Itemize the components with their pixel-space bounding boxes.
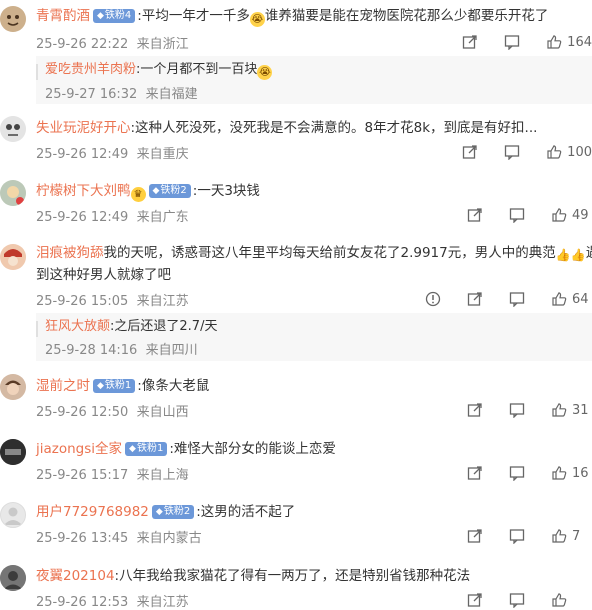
diamond-icon: ◆ [129,444,136,454]
comment-username[interactable]: 用户7729768982 [36,504,149,520]
avatar[interactable] [0,180,26,206]
like-icon[interactable] [549,289,569,309]
reply-meta: 25-9-27 16:32 来自福建 [45,87,198,102]
avatar[interactable] [0,565,26,591]
comment-actions: 31 [443,400,592,420]
reply-username[interactable]: 狂风大放颠 [45,319,110,334]
thumbs-up-icon: 👍 [570,248,586,262]
reply-username[interactable]: 爱吃贵州羊肉粉 [45,62,136,77]
reply-box: 爱吃贵州羊肉粉:一个月都不到一百块 😭 25-9-27 16:32 来自福建 [36,56,592,104]
comment-actions: 16 [443,463,592,483]
like-icon[interactable] [549,205,569,225]
comment-meta: 25-9-26 13:45 来自内蒙古 [36,531,202,546]
diamond-icon: ◆ [155,507,163,517]
reply-text: 爱吃贵州羊肉粉:一个月都不到一百块 😭 [45,62,273,80]
like-icon[interactable] [544,32,564,52]
share-icon[interactable] [465,590,485,610]
comment-meta: 25-9-26 12:50 来自山西 [36,405,189,420]
avatar[interactable] [0,244,26,270]
like-icon[interactable] [549,463,569,483]
comment-actions: 100 [438,142,592,162]
like-icon[interactable] [549,526,569,546]
fan-badge: ◆铁粉2 [148,184,191,198]
comment-icon[interactable] [502,142,522,162]
fan-badge: ◆铁粉2 [151,505,195,519]
comment-text: 泪痕被狗舔我的天呢，诱惑哥这八年里平均每天给前女友花了2.9917元，男人中的典… [36,245,592,262]
reply-meta: 25-9-28 14:16 来自四川 [45,343,198,358]
comment-icon[interactable] [507,526,527,546]
comment-text: jiazongsi全家 ◆铁粉1:难怪大部分女的能谈上恋爱 [36,441,336,457]
fan-badge: ◆铁粉1 [125,442,168,456]
comment-icon[interactable] [507,463,527,483]
info-icon[interactable] [423,289,443,309]
share-icon[interactable] [460,142,480,162]
comment-text: 失业玩泥好开心:这种人死没死，没死我是不会满意的。8年才花8k，到底是有好扣..… [36,120,538,136]
comment-username[interactable]: 夜翼202104 [36,568,115,584]
comment-meta: 25-9-26 12:49 来自广东 [36,210,189,225]
avatar[interactable] [0,374,26,400]
avatar[interactable] [0,6,26,32]
comment-icon[interactable] [502,32,522,52]
fan-badge: ◆铁粉4 [93,9,136,23]
like-count: 49 [572,207,589,223]
comment-meta: 25-9-26 12:53 来自江苏 [36,595,189,610]
comment-username[interactable]: 柠檬树下大刘鸭 [36,183,131,199]
like-icon[interactable] [549,400,569,420]
like-count: 7 [572,528,581,544]
like-count: 64 [572,291,589,307]
comment-meta: 25-9-26 22:22 来自浙江 [36,37,189,52]
diamond-icon: ◆ [97,11,104,21]
comment-icon[interactable] [507,400,527,420]
comment-actions: 64 [401,289,592,309]
crying-emoji-icon: 😭 [257,65,273,80]
comment-actions: 49 [443,205,592,225]
comment-actions [443,590,592,610]
like-count: 100 [567,144,592,160]
comment-icon[interactable] [507,590,527,610]
share-icon[interactable] [460,32,480,52]
diamond-icon: ◆ [97,381,104,391]
like-count: 16 [572,465,589,481]
avatar[interactable] [0,439,26,465]
comment-text: 青霄酌酒 ◆铁粉4:平均一年才一千多 😭 谁养猫要是能在宠物医院花那么少都要乐开花了 [36,8,549,27]
comment-icon[interactable] [507,289,527,309]
like-count: 31 [572,402,589,418]
fan-badge: ◆铁粉1 [93,379,136,393]
comment-text: 湿前之时 ◆铁粉1:像条大老鼠 [36,378,210,394]
comment-meta: 25-9-26 15:05 来自江苏 [36,294,189,309]
like-icon[interactable] [544,142,564,162]
comment-text-continued: 到这种好男人就嫁了吧 [36,267,171,283]
share-icon[interactable] [465,205,485,225]
reply-box: 狂风大放颠:之后还退了2.7/天 25-9-28 14:16 来自四川 [36,313,592,361]
share-icon[interactable] [465,289,485,309]
thumbs-up-icon: 👍 [555,248,571,262]
comment-username[interactable]: 湿前之时 [36,378,90,394]
comment-username[interactable]: 泪痕被狗舔 [36,245,104,261]
comment-actions: 164 [438,32,592,52]
comment-text: 用户7729768982 ◆铁粉2:这男的活不起了 [36,504,296,520]
comment-meta: 25-9-26 12:49 来自重庆 [36,147,189,162]
avatar[interactable] [0,116,26,142]
share-icon[interactable] [465,526,485,546]
crown-emoji-icon: ♛ [130,187,146,202]
comment-text: 柠檬树下大刘鸭 ♛ ◆铁粉2:一天3块钱 [36,183,260,202]
comment-username[interactable]: jiazongsi全家 [36,441,122,457]
share-icon[interactable] [465,463,485,483]
comment-icon[interactable] [507,205,527,225]
comment-meta: 25-9-26 15:17 来自上海 [36,468,189,483]
comment-username[interactable]: 失业玩泥好开心 [36,120,131,136]
comment-actions: 7 [443,526,592,546]
reply-text: 狂风大放颠:之后还退了2.7/天 [45,319,218,334]
like-count: 164 [567,34,592,50]
comment-text: 夜翼202104:八年我给我家猫花了得有一两万了，还是特别省钱那种花法 [36,568,471,584]
share-icon[interactable] [465,400,485,420]
like-icon[interactable] [549,590,569,610]
avatar[interactable] [0,502,26,528]
diamond-icon: ◆ [152,186,160,196]
comment-username[interactable]: 青霄酌酒 [36,8,90,24]
crying-emoji-icon: 😭 [249,12,265,27]
